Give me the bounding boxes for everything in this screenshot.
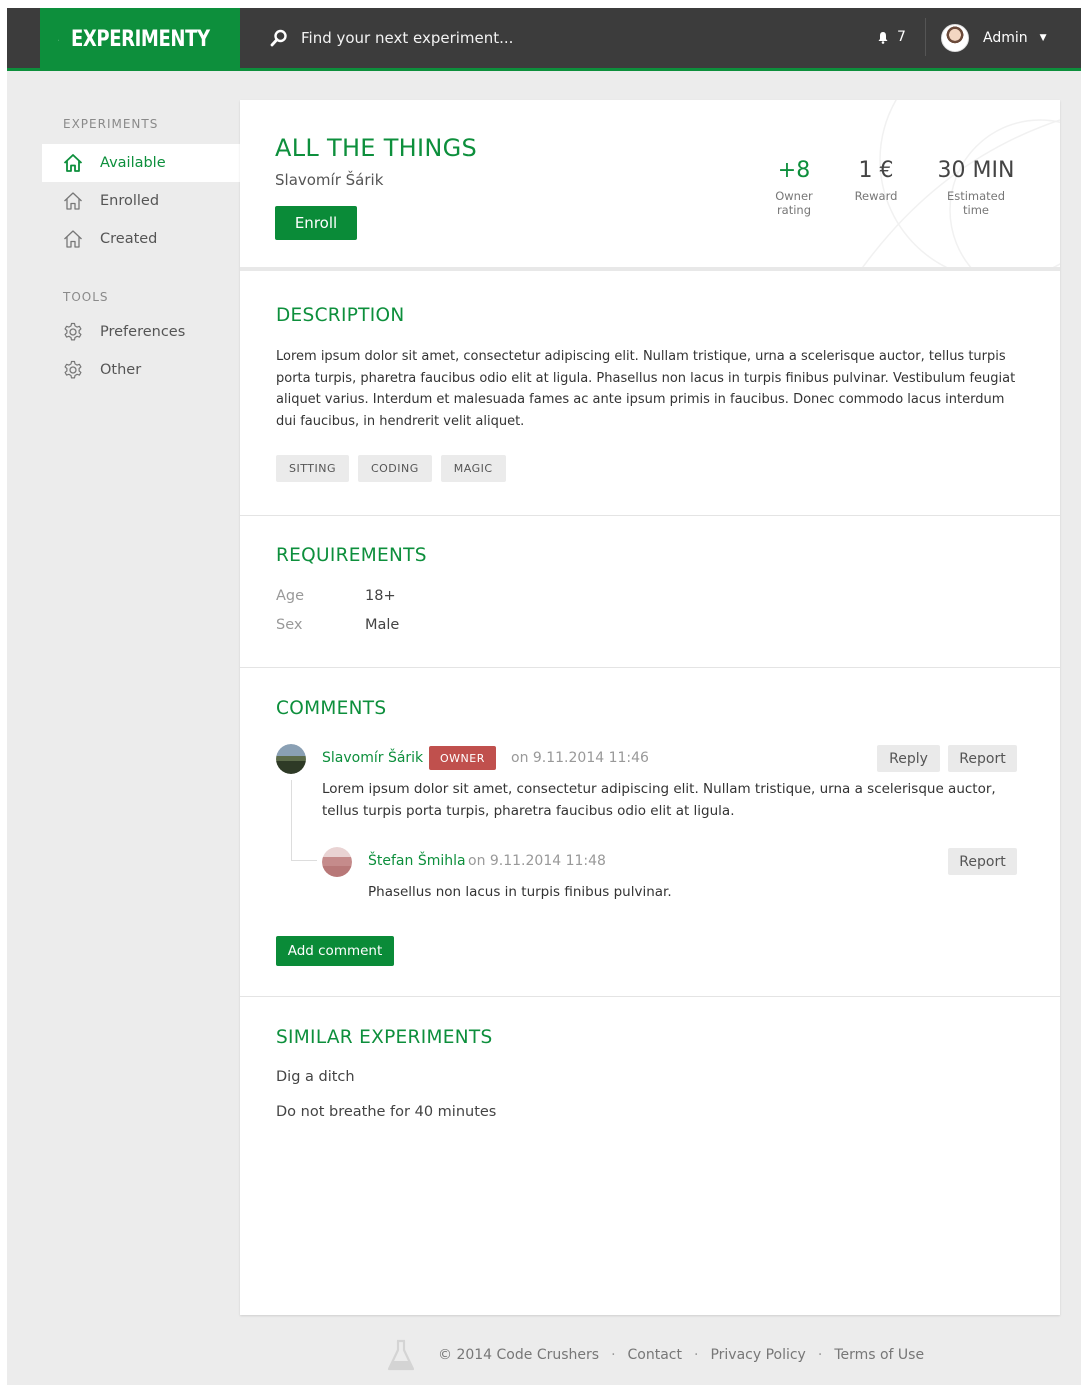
sidebar: EXPERIMENTS Available Enrolled Created T… <box>42 100 240 389</box>
user-name: Admin <box>983 30 1028 46</box>
navbar-divider <box>925 18 926 56</box>
requirement-value: Male <box>365 617 400 633</box>
footer-link-privacy[interactable]: Privacy Policy <box>710 1347 805 1363</box>
avatar <box>941 24 969 52</box>
stat-label: Owner rating <box>775 189 813 217</box>
report-button[interactable]: Report <box>948 745 1017 772</box>
footer-separator: · <box>693 1347 699 1363</box>
gear-icon <box>64 360 82 379</box>
stat-value: +8 <box>777 158 811 183</box>
similar-heading: SIMILAR EXPERIMENTS <box>276 1027 493 1048</box>
section-divider <box>240 996 1060 997</box>
app-name: EXPERIMENTY <box>70 27 210 52</box>
owner-badge: OWNER <box>429 746 496 770</box>
sidebar-item-label: Available <box>100 155 166 171</box>
section-divider <box>240 515 1060 516</box>
copyright: © 2014 Code Crushers <box>438 1347 600 1363</box>
sidebar-item-label: Created <box>100 231 158 247</box>
add-comment-button[interactable]: Add comment <box>276 936 394 966</box>
experiment-author: Slavomír Šárik <box>275 171 384 189</box>
enroll-button[interactable]: Enroll <box>275 206 357 240</box>
similar-experiment-link[interactable]: Do not breathe for 40 minutes <box>276 1104 496 1120</box>
tag[interactable]: CODING <box>357 455 432 482</box>
tag[interactable]: MAGIC <box>440 455 506 482</box>
sidebar-item-other[interactable]: Other <box>42 351 240 389</box>
experiment-title: ALL THE THINGS <box>275 134 478 162</box>
similar-experiment-link[interactable]: Dig a ditch <box>276 1069 355 1085</box>
home-icon <box>64 192 82 210</box>
experiment-card: ALL THE THINGS Slavomír Šárik Enroll +8 … <box>240 100 1060 1315</box>
footer-link-terms[interactable]: Terms of Use <box>834 1347 924 1363</box>
report-button[interactable]: Report <box>948 848 1017 875</box>
requirement-row: Sex Male <box>276 617 399 633</box>
stat-value: 1 € <box>858 158 894 183</box>
sidebar-item-label: Enrolled <box>100 193 160 209</box>
stat-label: Reward <box>854 189 898 203</box>
requirement-label: Age <box>276 588 305 604</box>
thread-line <box>291 860 317 861</box>
search-icon[interactable] <box>270 29 288 47</box>
caret-down-icon: ▼ <box>1039 33 1047 43</box>
app-logo[interactable]: EXPERIMENTY <box>40 8 240 71</box>
comment-date: on 9.11.2014 11:46 <box>511 750 649 766</box>
stat-label: Estimated time <box>946 189 1006 217</box>
sidebar-item-label: Other <box>100 362 142 378</box>
stat-value: 30 MIN <box>937 158 1015 183</box>
tag-list: SITTING CODING MAGIC <box>276 455 506 482</box>
comments-heading: COMMENTS <box>276 698 387 719</box>
description-heading: DESCRIPTION <box>276 305 405 326</box>
avatar <box>276 744 306 774</box>
tag[interactable]: SITTING <box>276 455 349 482</box>
thread-line <box>291 780 292 860</box>
footer-separator: · <box>611 1347 616 1363</box>
requirement-row: Age 18+ <box>276 588 396 604</box>
requirement-value: 18+ <box>365 588 396 604</box>
sidebar-item-preferences[interactable]: Preferences <box>42 313 240 351</box>
gear-icon <box>64 322 82 341</box>
requirements-heading: REQUIREMENTS <box>276 545 427 566</box>
home-icon <box>64 230 82 248</box>
stat-owner-rating: +8 Owner rating <box>764 158 824 217</box>
description-text: Lorem ipsum dolor sit amet, consectetur … <box>276 349 1016 429</box>
comment-author[interactable]: Štefan Šmihla <box>368 853 466 869</box>
notifications[interactable]: 7 <box>877 29 906 45</box>
sidebar-item-label: Preferences <box>100 324 186 340</box>
bell-icon <box>878 31 888 44</box>
experiment-header: ALL THE THINGS Slavomír Šárik Enroll +8 … <box>240 100 1060 271</box>
comment-date: on 9.11.2014 11:48 <box>468 853 606 869</box>
stat-estimated-time: 30 MIN Estimated time <box>926 158 1026 217</box>
footer: © 2014 Code Crushers · Contact · Privacy… <box>386 1338 924 1372</box>
home-icon <box>63 154 83 172</box>
notification-count: 7 <box>897 29 906 45</box>
search-bar <box>270 24 701 52</box>
comment-text: Lorem ipsum dolor sit amet, consectetur … <box>322 781 996 819</box>
footer-separator: · <box>817 1347 823 1363</box>
comment-text: Phasellus non lacus in turpis finibus pu… <box>368 884 672 900</box>
stat-reward: 1 € Reward <box>846 158 906 203</box>
user-menu[interactable]: Admin ▼ <box>941 24 1047 52</box>
reply-button[interactable]: Reply <box>877 745 940 772</box>
sidebar-heading-experiments: EXPERIMENTS <box>63 117 159 131</box>
flask-icon <box>58 39 59 40</box>
footer-link-contact[interactable]: Contact <box>628 1347 682 1363</box>
avatar <box>322 847 352 877</box>
sidebar-heading-tools: TOOLS <box>63 290 109 304</box>
flask-icon <box>387 1339 415 1371</box>
search-input[interactable] <box>301 29 701 47</box>
requirement-label: Sex <box>276 617 303 633</box>
sidebar-item-created[interactable]: Created <box>42 220 240 258</box>
comment-author[interactable]: Slavomír Šárik <box>322 750 423 766</box>
section-divider <box>240 667 1060 668</box>
sidebar-item-available[interactable]: Available <box>42 144 240 182</box>
sidebar-item-enrolled[interactable]: Enrolled <box>42 182 240 220</box>
